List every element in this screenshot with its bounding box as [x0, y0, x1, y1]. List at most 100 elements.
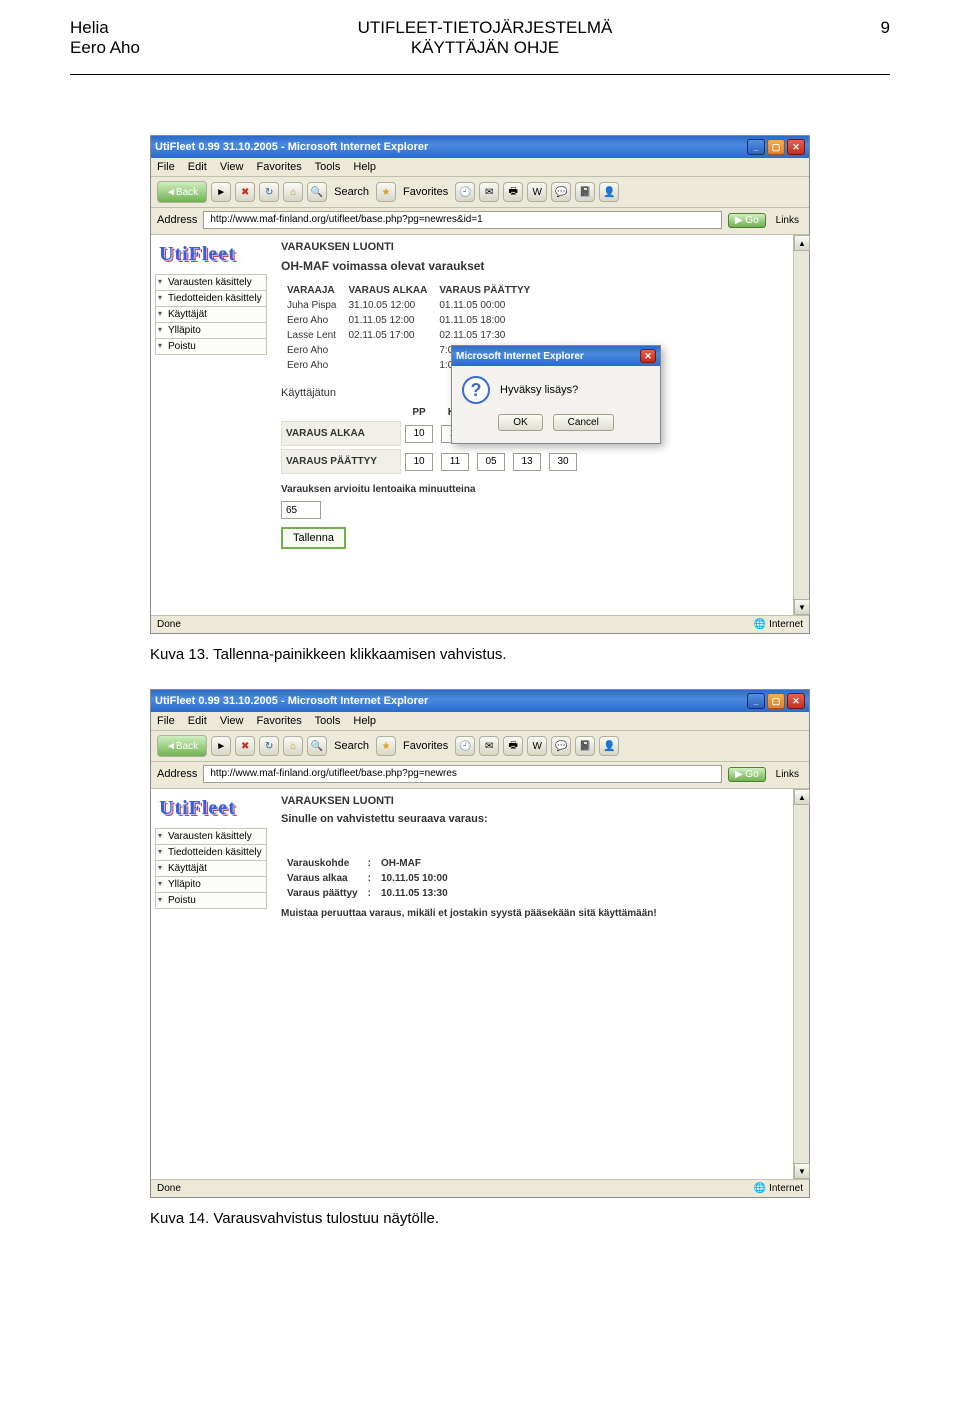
end-mm[interactable]	[549, 453, 577, 471]
research-icon[interactable]: 📓	[575, 182, 595, 202]
close-button[interactable]: ✕	[787, 139, 805, 155]
scroll-up-icon[interactable]: ▲	[794, 235, 810, 251]
address-label: Address	[157, 768, 197, 780]
row-varaus-paattyy: VARAUS PÄÄTTYY	[281, 449, 799, 474]
minimize-button[interactable]: _	[747, 693, 765, 709]
go-button[interactable]: ▶ Go	[728, 213, 766, 228]
menu-file[interactable]: File	[157, 715, 175, 727]
start-pp[interactable]	[405, 425, 433, 443]
history-icon[interactable]: 🕘	[455, 182, 475, 202]
messenger-icon[interactable]: 👤	[599, 182, 619, 202]
messenger-icon[interactable]: 👤	[599, 736, 619, 756]
back-button[interactable]: ◄ Back	[157, 181, 207, 203]
end-vv[interactable]	[477, 453, 505, 471]
favorites-icon[interactable]: ★	[376, 182, 396, 202]
nav-poistu[interactable]: Poistu	[155, 339, 267, 355]
confirmation-table: Varauskohde:OH-MAF Varaus alkaa:10.11.05…	[281, 855, 454, 902]
th-varaaja: VARAAJA	[281, 283, 342, 298]
scroll-down-icon[interactable]: ▼	[794, 599, 810, 615]
home-button[interactable]: ⌂	[283, 182, 303, 202]
menu-view[interactable]: View	[220, 715, 244, 727]
back-button[interactable]: ◄ Back	[157, 735, 207, 757]
dialog-cancel-button[interactable]: Cancel	[553, 414, 614, 431]
forward-button[interactable]: ►	[211, 736, 231, 756]
menu-edit[interactable]: Edit	[188, 161, 207, 173]
end-hh[interactable]	[513, 453, 541, 471]
window-title: UtiFleet 0.99 31.10.2005 - Microsoft Int…	[155, 141, 428, 153]
sidebar: UtiFleet Varausten käsittely Tiedotteide…	[151, 789, 271, 1179]
label-paattyy: VARAUS PÄÄTTYY	[281, 449, 401, 474]
menu-help[interactable]: Help	[353, 715, 376, 727]
research-icon[interactable]: 📓	[575, 736, 595, 756]
scrollbar[interactable]: ▲ ▼	[793, 235, 809, 615]
table-row: Eero Aho01.11.05 12:0001.11.05 18:00	[281, 313, 536, 328]
refresh-button[interactable]: ↻	[259, 736, 279, 756]
stop-button[interactable]: ✖	[235, 736, 255, 756]
history-icon[interactable]: 🕘	[455, 736, 475, 756]
discuss-icon[interactable]: 💬	[551, 736, 571, 756]
dialog-title: Microsoft Internet Explorer	[456, 351, 584, 362]
dialog-message: Hyväksy lisäys?	[500, 384, 578, 396]
status-zone: 🌐 Internet	[754, 1183, 803, 1194]
favorites-icon[interactable]: ★	[376, 736, 396, 756]
menu-tools[interactable]: Tools	[315, 161, 341, 173]
sidebar: UtiFleet Varausten käsittely Tiedotteide…	[151, 235, 271, 615]
nav-tiedotteiden[interactable]: Tiedotteiden käsittely	[155, 291, 267, 307]
menu-favorites[interactable]: Favorites	[257, 161, 302, 173]
menu-tools[interactable]: Tools	[315, 715, 341, 727]
search-icon[interactable]: 🔍	[307, 182, 327, 202]
dialog-ok-button[interactable]: OK	[498, 414, 542, 431]
favorites-label: Favorites	[403, 186, 448, 198]
close-button[interactable]: ✕	[787, 693, 805, 709]
question-icon: ?	[462, 376, 490, 404]
discuss-icon[interactable]: 💬	[551, 182, 571, 202]
links-label[interactable]: Links	[776, 769, 799, 780]
print-icon[interactable]: 🖶	[503, 182, 523, 202]
section-subtitle: OH-MAF voimassa olevat varaukset	[281, 259, 799, 273]
nav-kayttajat[interactable]: Käyttäjät	[155, 307, 267, 323]
scroll-up-icon[interactable]: ▲	[794, 789, 810, 805]
maximize-button[interactable]: ▢	[767, 139, 785, 155]
links-label[interactable]: Links	[776, 215, 799, 226]
address-input[interactable]: http://www.maf-finland.org/utifleet/base…	[203, 211, 721, 229]
stop-button[interactable]: ✖	[235, 182, 255, 202]
maximize-button[interactable]: ▢	[767, 693, 785, 709]
nav-varausten[interactable]: Varausten käsittely	[155, 828, 267, 845]
nav-yllapito[interactable]: Ylläpito	[155, 323, 267, 339]
nav-yllapito[interactable]: Ylläpito	[155, 877, 267, 893]
status-bar: Done 🌐 Internet	[151, 1179, 809, 1197]
go-button[interactable]: ▶ Go	[728, 767, 766, 782]
mail-icon[interactable]: ✉	[479, 736, 499, 756]
menu-edit[interactable]: Edit	[188, 715, 207, 727]
dialog-close-button[interactable]: ✕	[640, 349, 656, 363]
caption-14: Kuva 14. Varausvahvistus tulostuu näytöl…	[150, 1210, 960, 1227]
minimize-button[interactable]: _	[747, 139, 765, 155]
estimate-input[interactable]	[281, 501, 321, 519]
search-icon[interactable]: 🔍	[307, 736, 327, 756]
save-button[interactable]: Tallenna	[281, 527, 346, 549]
menu-view[interactable]: View	[220, 161, 244, 173]
end-kk[interactable]	[441, 453, 469, 471]
menu-help[interactable]: Help	[353, 161, 376, 173]
nav-kayttajat[interactable]: Käyttäjät	[155, 861, 267, 877]
edit-icon[interactable]: W	[527, 182, 547, 202]
nav-poistu[interactable]: Poistu	[155, 893, 267, 909]
nav-tiedotteiden[interactable]: Tiedotteiden käsittely	[155, 845, 267, 861]
home-button[interactable]: ⌂	[283, 736, 303, 756]
menu-favorites[interactable]: Favorites	[257, 715, 302, 727]
window-titlebar: UtiFleet 0.99 31.10.2005 - Microsoft Int…	[151, 690, 809, 712]
address-input[interactable]: http://www.maf-finland.org/utifleet/base…	[203, 765, 721, 783]
scroll-down-icon[interactable]: ▼	[794, 1163, 810, 1179]
dialog-buttons: OK Cancel	[452, 414, 660, 443]
status-text: Done	[157, 619, 181, 630]
edit-icon[interactable]: W	[527, 736, 547, 756]
end-pp[interactable]	[405, 453, 433, 471]
mail-icon[interactable]: ✉	[479, 182, 499, 202]
nav-varausten[interactable]: Varausten käsittely	[155, 274, 267, 291]
scrollbar[interactable]: ▲ ▼	[793, 789, 809, 1179]
print-icon[interactable]: 🖶	[503, 736, 523, 756]
menu-file[interactable]: File	[157, 161, 175, 173]
forward-button[interactable]: ►	[211, 182, 231, 202]
refresh-button[interactable]: ↻	[259, 182, 279, 202]
label-alkaa: VARAUS ALKAA	[281, 421, 401, 446]
